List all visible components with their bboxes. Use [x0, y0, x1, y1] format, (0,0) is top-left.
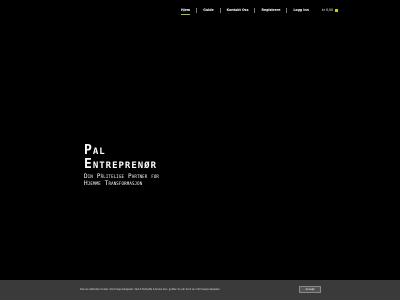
hero-subtitle: Din Pålitelige Partner for Hjemme Transf… [84, 173, 159, 187]
cart-button[interactable]: kr 0,00 [321, 8, 339, 12]
cookie-banner: Denne nettsiden bruker informasjonskapsl… [0, 280, 400, 300]
nav-item-guide[interactable]: Guide [200, 8, 216, 13]
hero-section: Pal Entreprenør Din Pålitelige Partner f… [84, 144, 159, 187]
shopping-cart-icon [335, 8, 339, 12]
hero-title-line-2: Entreprenør [84, 157, 158, 172]
cart-amount: kr 0,00 [321, 8, 334, 12]
main-nav: Hjem Guide Kontakt Oss Registrere Logg i… [178, 5, 339, 15]
hero-subtitle-line-2: Hjemme Transformasjon [84, 179, 143, 187]
nav-item-logg-inn[interactable]: Logg inn [290, 8, 312, 13]
nav-divider [196, 7, 198, 13]
hero-title-line-1: Pal [84, 143, 106, 158]
nav-divider [254, 7, 256, 13]
hero-title: Pal Entreprenør [84, 144, 159, 172]
nav-item-kontakt-oss[interactable]: Kontakt Oss [224, 8, 252, 13]
nav-divider [286, 7, 288, 13]
nav-divider [219, 7, 221, 13]
cookie-text: Denne nettsiden bruker informasjonskapsl… [80, 288, 221, 291]
nav-item-registrere[interactable]: Registrere [258, 8, 283, 13]
nav-item-hjem[interactable]: Hjem [178, 8, 193, 15]
cookie-accept-button[interactable]: Accept [299, 286, 321, 293]
